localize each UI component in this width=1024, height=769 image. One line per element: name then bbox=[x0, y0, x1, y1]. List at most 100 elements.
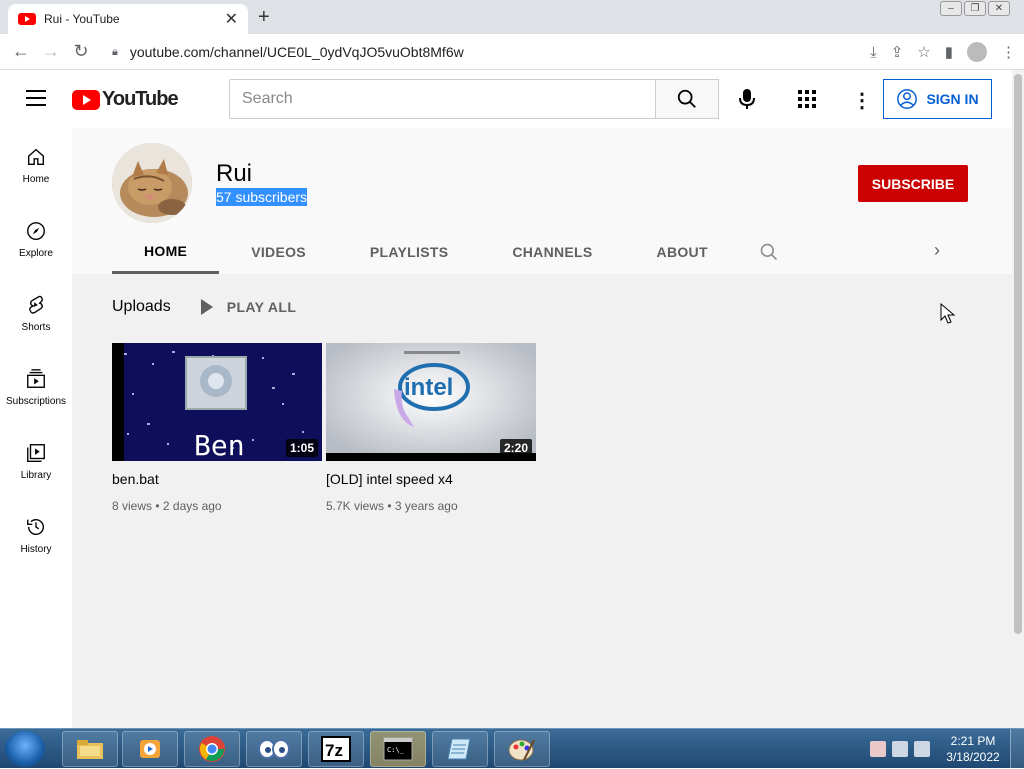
channel-avatar[interactable] bbox=[112, 143, 192, 223]
lock-icon[interactable]: 🔒︎ bbox=[112, 46, 118, 59]
video-card[interactable]: Ben 1:05 ben.bat 8 views • 2 days ago bbox=[112, 343, 322, 513]
video-thumbnail[interactable]: Ben 1:05 bbox=[112, 343, 322, 461]
account-icon bbox=[897, 89, 918, 109]
sidebar-item-history[interactable]: History bbox=[0, 498, 72, 572]
view-count: 8 views bbox=[112, 499, 153, 513]
home-icon bbox=[27, 148, 45, 165]
logo-text: YouTube bbox=[102, 88, 179, 110]
video-thumbnail[interactable]: intel 2:20 bbox=[326, 343, 536, 461]
page-scrollbar[interactable] bbox=[1012, 70, 1024, 728]
install-icon[interactable]: ⤓ bbox=[870, 44, 877, 61]
youtube-logo[interactable]: YouTube bbox=[72, 88, 179, 111]
tab-home[interactable]: HOME bbox=[112, 230, 220, 274]
sidebar-item-label: Explore bbox=[19, 247, 53, 259]
windows-taskbar: 7z C:\_ 2:21 PM 3/18/2022 bbox=[0, 728, 1024, 769]
sidebar-item-subscriptions[interactable]: Subscriptions bbox=[0, 350, 72, 424]
sidebar-item-home[interactable]: Home bbox=[0, 128, 72, 202]
system-tray: 2:21 PM 3/18/2022 bbox=[870, 729, 1024, 769]
back-icon[interactable]: ← bbox=[6, 41, 36, 62]
notepad-taskbar-icon[interactable] bbox=[432, 731, 488, 767]
sign-in-label: SIGN IN bbox=[926, 91, 979, 107]
address-bar[interactable]: 🔒︎ youtube.com/channel/UCE0L_0ydVqJO5vuO… bbox=[112, 38, 912, 66]
profile-avatar-icon[interactable] bbox=[967, 42, 987, 62]
youtube-favicon-icon bbox=[18, 13, 36, 25]
bookmark-star-icon[interactable]: ☆ bbox=[917, 43, 930, 61]
channel-header: Rui 57 subscribers SUBSCRIBE HOME VIDEOS… bbox=[72, 128, 1012, 274]
restore-icon[interactable]: ❐ bbox=[964, 1, 986, 16]
sidebar-item-explore[interactable]: Explore bbox=[0, 202, 72, 276]
channel-search-icon[interactable] bbox=[759, 242, 779, 267]
search-button[interactable] bbox=[655, 79, 719, 119]
chrome-taskbar-icon[interactable] bbox=[184, 731, 240, 767]
browser-menu-icon[interactable]: ⋮ bbox=[1001, 43, 1016, 61]
tab-videos[interactable]: VIDEOS bbox=[219, 230, 338, 274]
side-panel-icon[interactable]: ▮ bbox=[945, 43, 953, 61]
window-controls: – ❐ ✕ bbox=[940, 1, 1010, 16]
microphone-icon[interactable] bbox=[738, 88, 756, 115]
minimize-icon[interactable]: – bbox=[940, 1, 962, 16]
media-player-taskbar-icon[interactable] bbox=[122, 731, 178, 767]
tab-title: Rui - YouTube bbox=[44, 12, 120, 26]
mouse-cursor-icon bbox=[940, 303, 956, 324]
uploads-title[interactable]: Uploads bbox=[112, 298, 171, 316]
sidebar-item-library[interactable]: Library bbox=[0, 424, 72, 498]
volume-icon[interactable] bbox=[914, 741, 930, 757]
upload-age: 2 days ago bbox=[162, 499, 222, 513]
url-text: youtube.com/channel/UCE0L_0ydVqJO5vuObt8… bbox=[129, 44, 464, 60]
browser-tab[interactable]: Rui - YouTube ✕ bbox=[8, 4, 248, 34]
uploads-shelf-header: Uploads PLAY ALL bbox=[112, 298, 296, 316]
tab-about[interactable]: ABOUT bbox=[625, 230, 740, 274]
new-tab-icon[interactable]: + bbox=[258, 6, 270, 29]
browser-actions: ⤓ ⇪ ☆ ▮ ⋮ bbox=[870, 34, 1016, 70]
sidebar-item-label: Subscriptions bbox=[5, 395, 67, 407]
action-center-flag-icon[interactable] bbox=[870, 741, 886, 757]
search-icon bbox=[677, 89, 696, 108]
compass-icon bbox=[27, 221, 45, 240]
cmd-taskbar-icon[interactable]: C:\_ bbox=[370, 731, 426, 767]
chevron-right-icon[interactable]: › bbox=[934, 240, 940, 261]
start-button-icon[interactable] bbox=[5, 731, 45, 767]
paint-taskbar-icon[interactable] bbox=[494, 731, 550, 767]
video-card[interactable]: intel 2:20 [OLD] intel speed x4 5.7K vie… bbox=[326, 343, 536, 513]
subscriber-count: 57 subscribers bbox=[216, 188, 308, 206]
video-metadata: 5.7K views • 3 years ago bbox=[326, 499, 458, 513]
channel-page: Rui 57 subscribers SUBSCRIBE HOME VIDEOS… bbox=[72, 128, 1012, 728]
network-icon[interactable] bbox=[892, 741, 908, 757]
system-clock[interactable]: 2:21 PM 3/18/2022 bbox=[936, 733, 1010, 765]
svg-text:7z: 7z bbox=[325, 741, 343, 760]
window-close-icon[interactable]: ✕ bbox=[988, 1, 1010, 16]
video-duration: 1:05 bbox=[285, 439, 318, 457]
show-desktop-button[interactable] bbox=[1010, 729, 1024, 769]
7zip-taskbar-icon[interactable]: 7z bbox=[308, 731, 364, 767]
thumb-text: intel bbox=[404, 374, 453, 401]
hamburger-menu-icon[interactable] bbox=[26, 90, 46, 111]
video-title[interactable]: ben.bat bbox=[112, 471, 322, 487]
sign-in-button[interactable]: SIGN IN bbox=[883, 79, 992, 119]
close-tab-icon[interactable]: ✕ bbox=[225, 9, 238, 29]
youtube-header: YouTube Search ⋮ SIGN IN bbox=[0, 70, 1012, 128]
forward-icon[interactable]: → bbox=[36, 41, 66, 62]
apps-grid-icon[interactable] bbox=[798, 90, 816, 113]
play-all-label: PLAY ALL bbox=[226, 299, 297, 315]
channel-name: Rui bbox=[216, 160, 253, 187]
sidebar-item-shorts[interactable]: Shorts bbox=[0, 276, 72, 350]
home-tab-content: Uploads PLAY ALL Ben 1:05 ben.bat 8 view… bbox=[72, 274, 1012, 728]
reload-icon[interactable]: ↻ bbox=[66, 41, 96, 62]
view-count: 5.7K views bbox=[326, 499, 385, 513]
settings-more-icon[interactable]: ⋮ bbox=[852, 88, 872, 113]
tab-channels[interactable]: CHANNELS bbox=[480, 230, 624, 274]
eyes-app-taskbar-icon[interactable] bbox=[246, 731, 302, 767]
browser-tab-bar: Rui - YouTube ✕ + – ❐ ✕ bbox=[0, 0, 1024, 34]
play-all-button[interactable]: PLAY ALL bbox=[200, 299, 297, 315]
mini-guide-sidebar: Home Explore Shorts Subscriptions Librar… bbox=[0, 128, 72, 728]
browser-toolbar: ← → ↻ 🔒︎ youtube.com/channel/UCE0L_0ydVq… bbox=[0, 34, 1024, 70]
search-input[interactable]: Search bbox=[229, 79, 656, 119]
subscribe-button[interactable]: SUBSCRIBE bbox=[858, 165, 968, 202]
explorer-taskbar-icon[interactable] bbox=[62, 731, 118, 767]
sidebar-item-label: Library bbox=[20, 469, 52, 481]
sidebar-item-label: Home bbox=[22, 173, 50, 185]
subscriptions-icon bbox=[27, 368, 45, 388]
video-title[interactable]: [OLD] intel speed x4 bbox=[326, 471, 536, 487]
tab-playlists[interactable]: PLAYLISTS bbox=[338, 230, 480, 274]
share-icon[interactable]: ⇪ bbox=[891, 43, 904, 61]
